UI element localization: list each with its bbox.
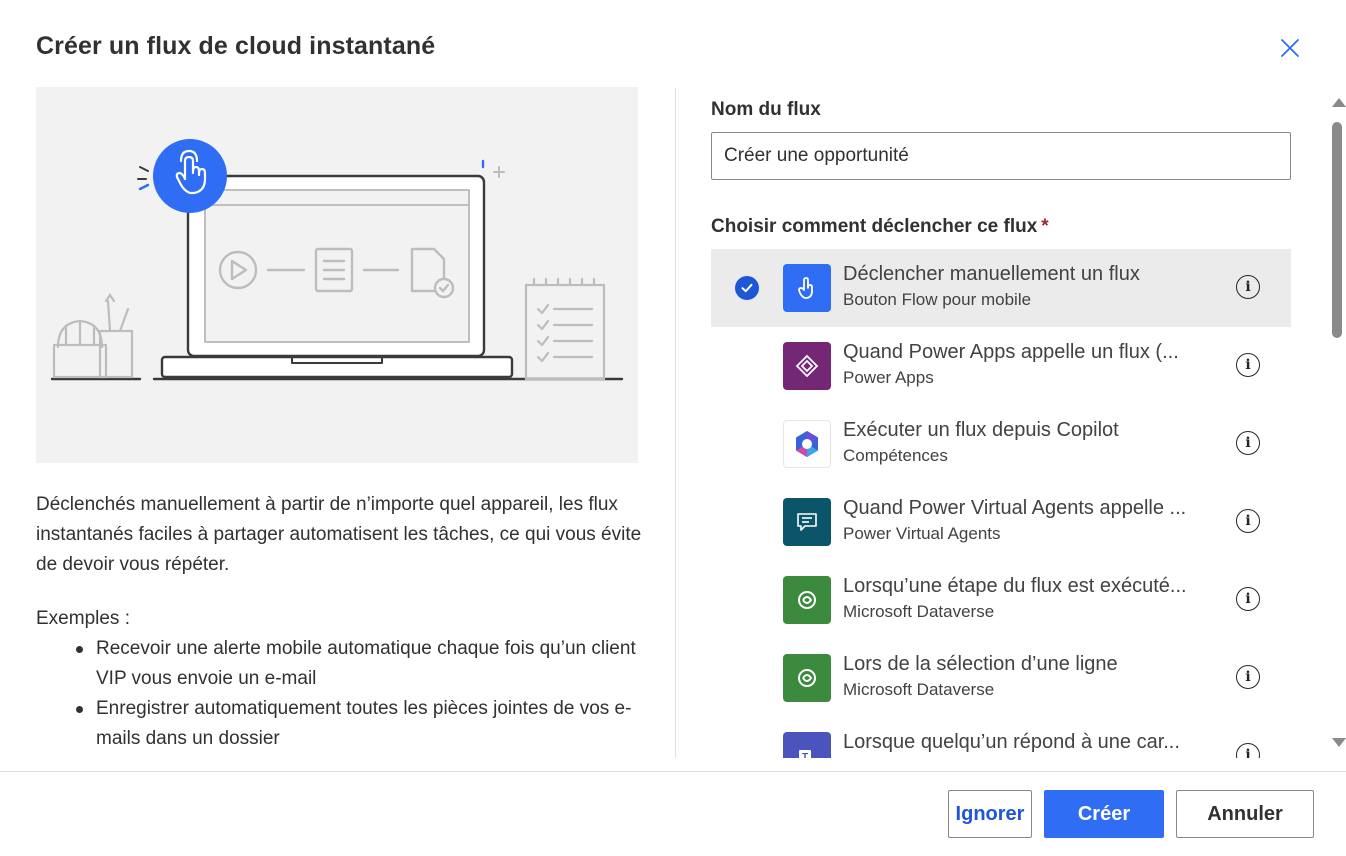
info-icon[interactable]: i	[1236, 665, 1260, 689]
scroll-down-arrow-icon[interactable]	[1332, 738, 1346, 747]
required-mark: *	[1041, 216, 1049, 237]
trigger-option-power-virtual-agents[interactable]: Quand Power Virtual Agents appelle ... P…	[711, 483, 1291, 561]
trigger-option-dataverse-step[interactable]: Lorsqu’une étape du flux est exécuté... …	[711, 561, 1291, 639]
trigger-option-dataverse-row[interactable]: Lors de la sélection d’une ligne Microso…	[711, 639, 1291, 717]
footer-divider	[0, 771, 1346, 772]
trigger-choice-label-text: Choisir comment déclencher ce flux	[711, 216, 1038, 237]
scroll-up-arrow-icon[interactable]	[1332, 98, 1346, 107]
trigger-subtitle: Microsoft Dataverse	[843, 602, 995, 621]
power-apps-icon	[783, 342, 831, 390]
flow-description: Déclenchés manuellement à partir de n’im…	[36, 494, 642, 575]
scroll-thumb[interactable]	[1332, 122, 1342, 338]
trigger-choice-label: Choisir comment déclencher ce flux *	[711, 216, 1049, 238]
trigger-title: Quand Power Virtual Agents appelle ...	[843, 497, 1187, 519]
create-button[interactable]: Créer	[1044, 790, 1164, 838]
power-virtual-agents-icon	[783, 498, 831, 546]
info-icon[interactable]: i	[1236, 587, 1260, 611]
trigger-list-scrollbar[interactable]	[1328, 92, 1346, 754]
trigger-option-manual[interactable]: Déclencher manuellement un flux Bouton F…	[711, 249, 1291, 327]
cancel-button[interactable]: Annuler	[1176, 790, 1314, 838]
trigger-title: Quand Power Apps appelle un flux (...	[843, 341, 1179, 363]
trigger-title: Déclencher manuellement un flux	[843, 263, 1140, 285]
dataverse-icon	[783, 654, 831, 702]
trigger-subtitle: Microsoft Dataverse	[843, 680, 995, 699]
trigger-list: Déclencher manuellement un flux Bouton F…	[711, 249, 1291, 758]
copilot-icon	[783, 420, 831, 468]
trigger-option-teams-card[interactable]: T Lorsque quelqu’un répond à une car... …	[711, 717, 1291, 758]
checkmark-icon	[735, 276, 759, 300]
info-icon[interactable]: i	[1236, 509, 1260, 533]
trigger-subtitle: Power Virtual Agents	[843, 524, 1001, 543]
examples-title: Exemples :	[36, 608, 130, 629]
close-button[interactable]	[1274, 32, 1306, 64]
create-instant-flow-dialog: Créer un flux de cloud instantané Déclen…	[0, 0, 1346, 856]
laptop-illustration	[50, 139, 624, 381]
trigger-title: Lorsque quelqu’un répond à une car...	[843, 731, 1180, 753]
close-icon	[1281, 39, 1299, 57]
trigger-subtitle: Compétences	[843, 446, 948, 465]
column-divider	[675, 88, 676, 758]
example-item: Enregistrer automatiquement toutes les p…	[76, 694, 646, 754]
skip-button[interactable]: Ignorer	[948, 790, 1032, 838]
dialog-title: Créer un flux de cloud instantané	[36, 32, 436, 60]
trigger-subtitle: Power Apps	[843, 368, 934, 387]
info-icon[interactable]: i	[1236, 275, 1260, 299]
teams-icon: T	[783, 732, 831, 758]
trigger-option-copilot[interactable]: Exécuter un flux depuis Copilot Compéten…	[711, 405, 1291, 483]
trigger-title: Lors de la sélection d’une ligne	[843, 653, 1118, 675]
example-item: Recevoir une alerte mobile automatique c…	[76, 634, 646, 694]
trigger-option-power-apps[interactable]: Quand Power Apps appelle un flux (... Po…	[711, 327, 1291, 405]
trigger-title: Lorsqu’une étape du flux est exécuté...	[843, 575, 1187, 597]
trigger-subtitle: Bouton Flow pour mobile	[843, 290, 1032, 309]
flow-name-label: Nom du flux	[711, 99, 821, 120]
info-icon[interactable]: i	[1236, 353, 1260, 377]
examples-list: Recevoir une alerte mobile automatique c…	[76, 634, 646, 754]
svg-text:T: T	[802, 752, 808, 758]
info-icon[interactable]: i	[1236, 743, 1260, 758]
hero-illustration	[36, 87, 638, 463]
flow-name-input[interactable]	[711, 132, 1291, 180]
touch-button-icon	[783, 264, 831, 312]
dataverse-icon	[783, 576, 831, 624]
info-icon[interactable]: i	[1236, 431, 1260, 455]
trigger-title: Exécuter un flux depuis Copilot	[843, 419, 1119, 441]
